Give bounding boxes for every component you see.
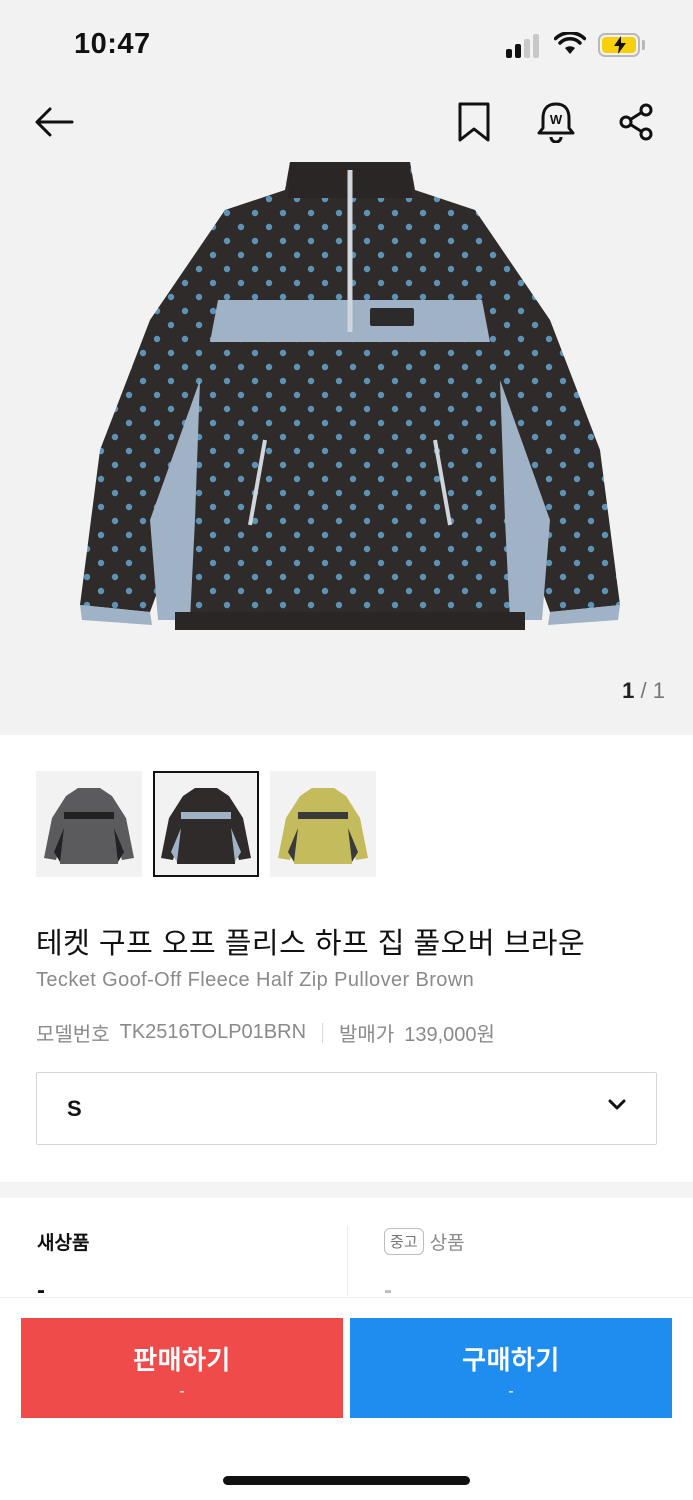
- new-product-label: 새상품: [37, 1233, 90, 1254]
- battery-icon: [598, 33, 640, 57]
- new-product-price[interactable]: 새상품 -: [37, 1228, 89, 1305]
- buy-button[interactable]: 구매하기 -: [350, 1318, 672, 1418]
- pager-current: 1: [622, 678, 635, 703]
- price-alert-button[interactable]: W: [534, 100, 578, 144]
- share-icon: [619, 103, 653, 141]
- product-image: [80, 162, 620, 630]
- price-alert-bell-icon: W: [537, 102, 575, 143]
- sell-button[interactable]: 판매하기 -: [21, 1318, 343, 1418]
- buy-button-price: -: [508, 1383, 514, 1400]
- pager-separator: /: [640, 678, 647, 703]
- meta-divider: [322, 1022, 324, 1043]
- model-number-label: 모델번호: [36, 1024, 110, 1046]
- product-title-english: Tecket Goof-Off Fleece Half Zip Pullover…: [36, 969, 475, 991]
- color-thumbnail-charcoal[interactable]: [36, 771, 142, 877]
- share-button[interactable]: [614, 100, 658, 144]
- used-product-label: 상품: [429, 1233, 465, 1254]
- pager-total: 1: [652, 678, 665, 703]
- used-product-heading: 중고 상품: [384, 1228, 465, 1255]
- used-product-price[interactable]: 중고 상품 -: [384, 1228, 465, 1305]
- thumbnail-image: [44, 788, 134, 864]
- bookmark-icon: [458, 102, 490, 142]
- back-button[interactable]: [32, 100, 76, 144]
- status-bar: 10:47: [0, 0, 693, 92]
- price-column-divider: [347, 1226, 348, 1296]
- chevron-down-icon: [608, 1099, 626, 1110]
- model-number-value: TK2516TOLP01BRN: [119, 1021, 307, 1043]
- size-select[interactable]: S: [36, 1072, 657, 1145]
- thumbnail-image: [278, 788, 368, 864]
- bookmark-button[interactable]: [452, 100, 496, 144]
- release-price-label: 발매가: [339, 1024, 395, 1046]
- buy-button-label: 구매하기: [462, 1345, 560, 1375]
- image-pager: 1 / 1: [622, 678, 665, 704]
- svg-text:W: W: [550, 112, 563, 127]
- home-indicator[interactable]: [223, 1476, 470, 1485]
- color-thumbnail-brown[interactable]: [153, 771, 259, 877]
- wifi-icon: [554, 32, 586, 54]
- release-price-value: 139,000원: [404, 1024, 495, 1046]
- status-time: 10:47: [74, 28, 151, 60]
- size-select-value: S: [67, 1096, 82, 1121]
- thumbnail-image: [161, 788, 251, 864]
- arrow-left-icon: [35, 107, 74, 137]
- section-divider: [0, 1182, 693, 1198]
- sell-button-price: -: [179, 1383, 185, 1400]
- sell-button-label: 판매하기: [133, 1345, 231, 1375]
- color-thumbnail-khaki[interactable]: [270, 771, 376, 877]
- cellular-signal-icon: [506, 34, 542, 58]
- product-meta: 모델번호 TK2516TOLP01BRN 발매가 139,000원: [36, 1018, 495, 1047]
- product-title-korean: 테켓 구프 오프 플리스 하프 집 풀오버 브라운: [36, 928, 586, 960]
- used-badge: 중고: [384, 1228, 424, 1255]
